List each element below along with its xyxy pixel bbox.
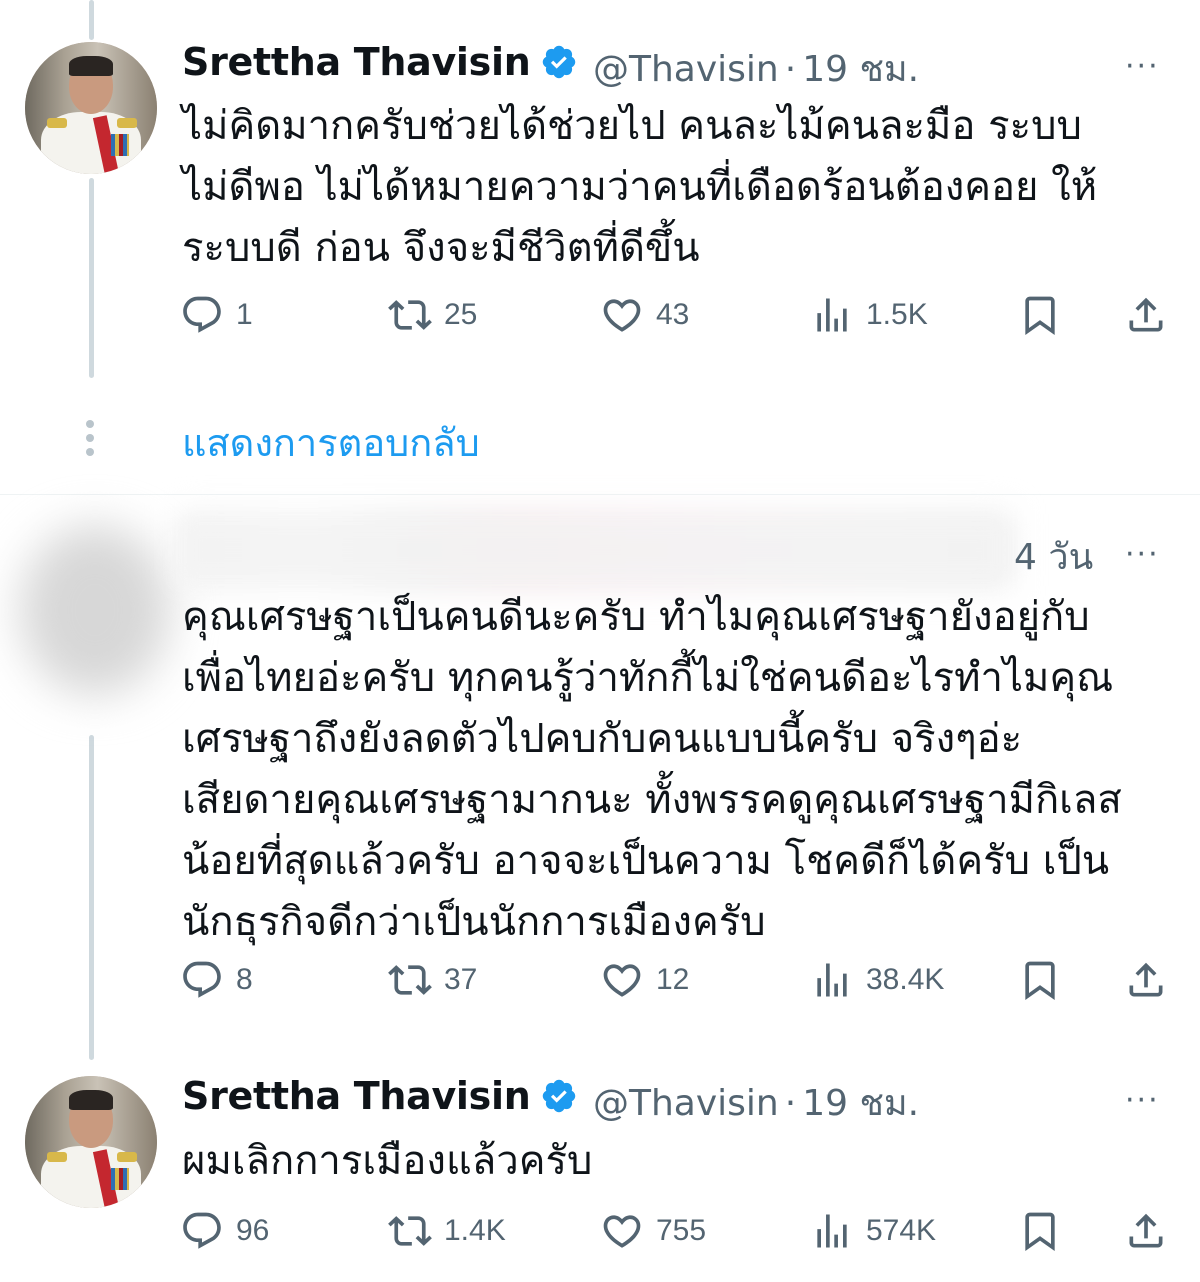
tweet-text: คุณเศรษฐาเป็นคนดีนะครับ ทำไมคุณเศรษฐายัง… (182, 594, 1122, 945)
like-icon (603, 299, 641, 332)
bookmark-icon (1025, 296, 1055, 336)
like-button[interactable]: 43 (600, 290, 689, 340)
bookmark-button[interactable] (1018, 955, 1062, 1005)
views-icon (817, 1214, 847, 1248)
reply-button[interactable]: 1 (180, 290, 253, 340)
verified-badge-icon (542, 1079, 576, 1113)
bookmark-button[interactable] (1018, 290, 1062, 340)
share-icon (1129, 297, 1163, 332)
repost-count: 1.4K (444, 1214, 506, 1247)
reply-icon (183, 1212, 221, 1249)
reply-button[interactable]: 96 (180, 1206, 269, 1256)
thread-gap-dots (86, 420, 96, 462)
thread-line-top (89, 0, 94, 40)
reply-count: 96 (236, 1214, 270, 1247)
avatar[interactable] (25, 42, 157, 174)
views-button[interactable]: 38.4K (810, 955, 944, 1005)
repost-icon (388, 1216, 432, 1246)
more-icon[interactable]: ··· (1125, 52, 1160, 82)
divider (0, 494, 1200, 495)
share-button[interactable] (1124, 1206, 1168, 1256)
tweet-text: ไม่คิดมากครับช่วยได้ช่วยไป คนละไม้คนละมื… (182, 103, 1098, 271)
more-icon[interactable]: ··· (1125, 540, 1160, 570)
tweet-actions: 1 25 43 1.5K (180, 290, 1180, 340)
like-count: 12 (656, 963, 690, 996)
timestamp[interactable]: 4 วัน (1014, 528, 1093, 585)
thread-line-2 (89, 735, 94, 1060)
more-icon[interactable]: ··· (1125, 1086, 1160, 1116)
repost-icon (388, 300, 432, 330)
share-icon (1129, 962, 1163, 997)
like-count: 755 (656, 1214, 707, 1247)
views-button[interactable]: 1.5K (810, 290, 928, 340)
like-count: 43 (656, 298, 690, 331)
reply-count: 8 (236, 963, 253, 996)
views-count: 574K (866, 1214, 937, 1247)
reply-icon (183, 961, 221, 998)
views-count: 38.4K (866, 963, 945, 996)
display-name[interactable]: Srettha Thavisin (182, 40, 531, 84)
show-replies-link[interactable]: แสดงการตอบกลับ (182, 412, 480, 473)
verified-badge-icon (542, 45, 576, 79)
repost-icon (388, 965, 432, 995)
repost-count: 37 (444, 963, 478, 996)
timestamp: 19 ชม. (802, 49, 920, 90)
share-icon (1129, 1213, 1163, 1248)
avatar[interactable] (25, 1076, 157, 1208)
handle[interactable]: @Thavisin · 19 ชม. (593, 1074, 919, 1131)
bookmark-icon (1025, 1212, 1055, 1252)
tweet-text: ผมเลิกการเมืองแล้วครับ (182, 1138, 593, 1184)
repost-button[interactable]: 37 (388, 955, 477, 1005)
bookmark-icon (1025, 961, 1055, 1001)
bookmark-button[interactable] (1018, 1206, 1062, 1256)
blurred-author-band (180, 518, 1010, 582)
views-button[interactable]: 574K (810, 1206, 936, 1256)
handle[interactable]: @Thavisin · 19 ชม. (593, 40, 919, 97)
reply-button[interactable]: 8 (180, 955, 253, 1005)
blurred-avatar (20, 525, 170, 695)
views-icon (817, 298, 847, 332)
tweet-actions: 8 37 12 38.4K (180, 955, 1180, 1005)
reply-count: 1 (236, 298, 253, 331)
tweet-actions: 96 1.4K 755 574K (180, 1206, 1180, 1256)
share-button[interactable] (1124, 290, 1168, 340)
share-button[interactable] (1124, 955, 1168, 1005)
repost-button[interactable]: 25 (388, 290, 477, 340)
views-count: 1.5K (866, 298, 928, 331)
like-button[interactable]: 12 (600, 955, 689, 1005)
repost-button[interactable]: 1.4K (388, 1206, 506, 1256)
like-icon (603, 964, 641, 997)
views-icon (817, 963, 847, 997)
like-button[interactable]: 755 (600, 1206, 706, 1256)
display-name[interactable]: Srettha Thavisin (182, 1074, 531, 1118)
repost-count: 25 (444, 298, 478, 331)
like-icon (603, 1215, 641, 1248)
thread-line-1 (89, 178, 94, 378)
timestamp: 19 ชม. (802, 1083, 920, 1124)
reply-icon (183, 296, 221, 333)
